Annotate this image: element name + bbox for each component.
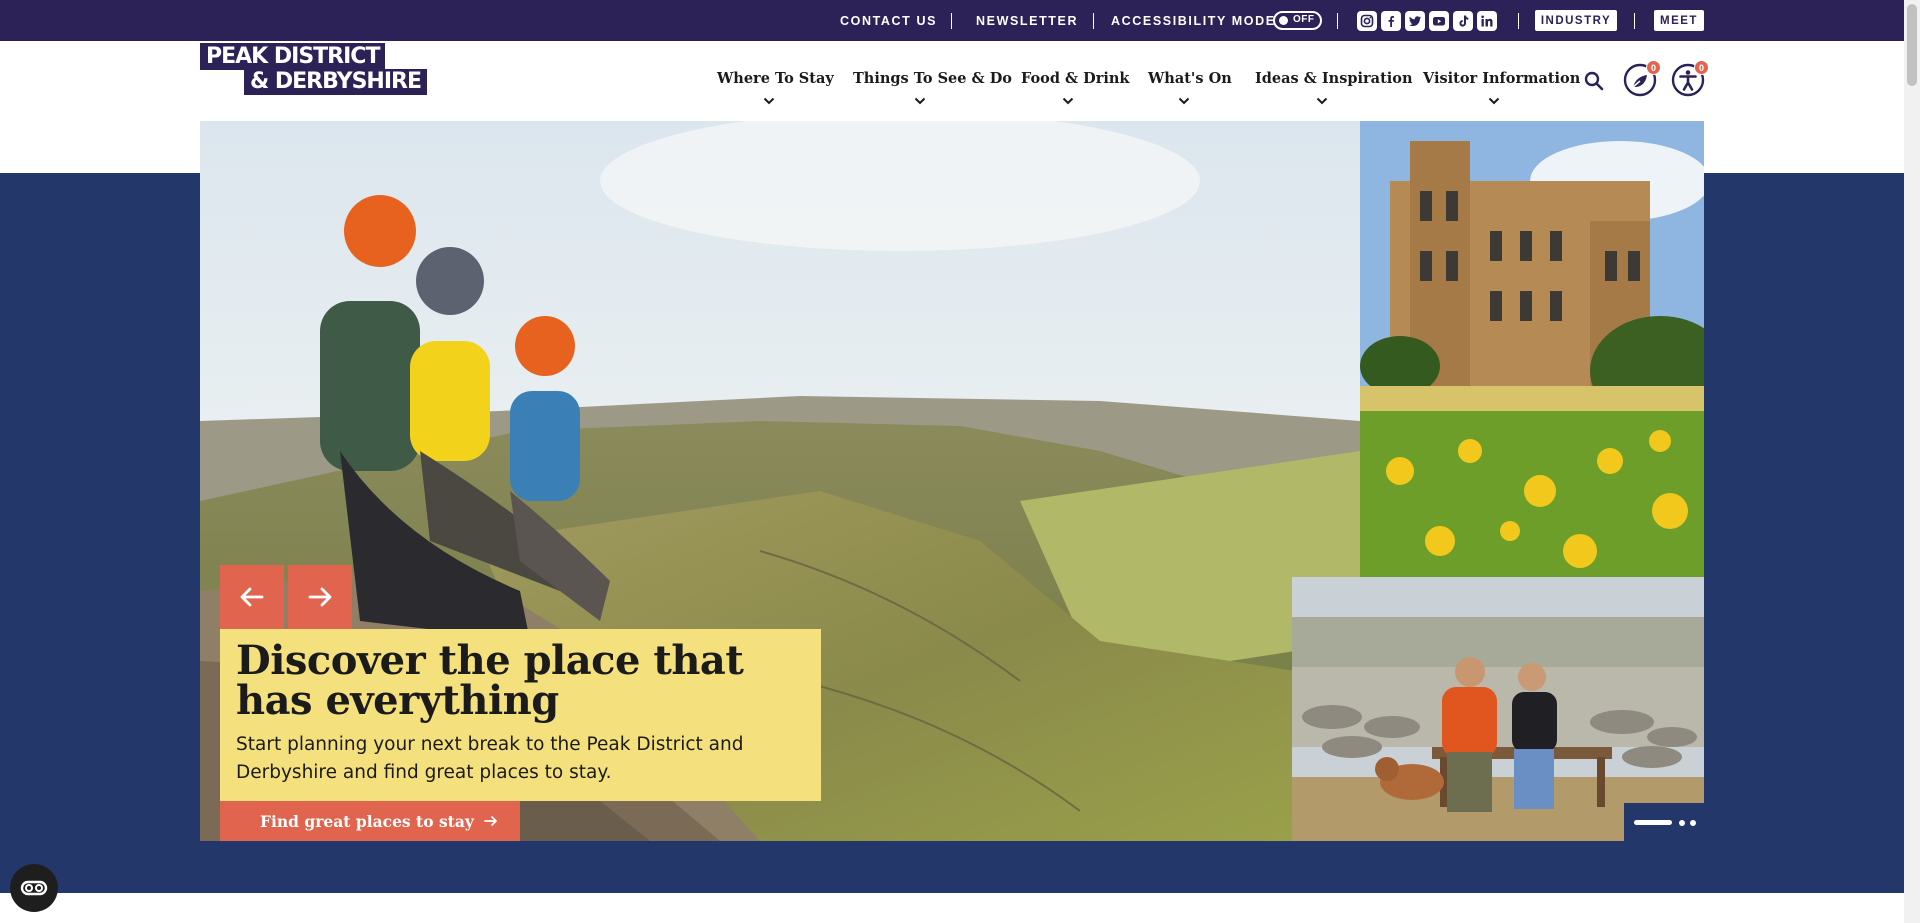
logo-line-visit: VISIT — [230, 16, 299, 45]
accessibility-mode-toggle[interactable]: OFF — [1273, 11, 1322, 30]
slider-prev-button[interactable] — [220, 565, 284, 629]
wishlist-count-badge: 0 — [1646, 60, 1661, 75]
search-icon[interactable] — [1583, 70, 1605, 92]
find-places-cta-button[interactable]: Find great places to stay — [220, 801, 520, 841]
meet-button[interactable]: MEET — [1654, 10, 1704, 31]
logo-line-derbyshire: & DERBYSHIRE — [244, 69, 427, 95]
tiktok-icon[interactable] — [1453, 11, 1473, 31]
wishlist-button[interactable]: 0 — [1623, 60, 1661, 97]
chevron-down-icon[interactable] — [1488, 97, 1500, 105]
divider — [1337, 13, 1338, 29]
hero-title: Discover the place that has everything — [236, 637, 744, 724]
twitter-icon[interactable] — [1405, 11, 1425, 31]
slide-indicator[interactable] — [1679, 820, 1685, 826]
glasses-icon — [20, 880, 48, 896]
facebook-icon[interactable] — [1381, 11, 1401, 31]
cta-label: Find great places to stay — [260, 811, 474, 831]
nav-things-to-see-do[interactable]: Things To See & Do — [853, 70, 1012, 87]
toggle-state: OFF — [1293, 14, 1315, 25]
scrollbar-thumb[interactable] — [1907, 4, 1917, 86]
instagram-icon[interactable] — [1357, 11, 1377, 31]
hero-caption: Discover the place that has everything S… — [220, 629, 821, 801]
hero-bench-image — [1292, 577, 1704, 841]
arrow-right-icon — [483, 816, 497, 826]
accessibility-mode-label: ACCESSIBILITY MODE — [1111, 13, 1276, 28]
site-logo[interactable]: VISIT PEAK DISTRICT & DERBYSHIRE — [200, 16, 432, 95]
slide-indicator-active[interactable] — [1634, 820, 1672, 825]
accessibility-widget-button[interactable] — [10, 864, 58, 912]
nav-ideas-inspiration[interactable]: Ideas & Inspiration — [1255, 70, 1412, 87]
slide-indicator[interactable] — [1690, 820, 1696, 826]
accessibility-count-badge: 0 — [1694, 60, 1709, 75]
hero-hall-image — [1360, 121, 1704, 577]
nav-where-to-stay[interactable]: Where To Stay — [717, 70, 834, 87]
arrow-left-icon — [240, 587, 264, 607]
arrow-right-icon — [308, 587, 332, 607]
accessibility-button[interactable]: 0 — [1671, 60, 1709, 97]
slider-next-button[interactable] — [288, 565, 352, 629]
industry-button[interactable]: INDUSTRY — [1535, 10, 1617, 31]
page-scrollbar[interactable] — [1904, 0, 1920, 923]
nav-visitor-information[interactable]: Visitor Information — [1423, 70, 1580, 87]
chevron-down-icon[interactable] — [1178, 97, 1190, 105]
hero-body: Start planning your next break to the Pe… — [236, 734, 744, 783]
divider — [1093, 13, 1094, 29]
youtube-icon[interactable] — [1429, 11, 1449, 31]
contact-us-link[interactable]: CONTACT US — [840, 0, 937, 41]
newsletter-link[interactable]: NEWSLETTER — [976, 0, 1078, 41]
chevron-down-icon[interactable] — [763, 97, 775, 105]
divider — [1634, 13, 1635, 29]
slide-indicators — [1624, 803, 1704, 841]
nav-whats-on[interactable]: What's On — [1148, 70, 1232, 87]
nav-food-drink[interactable]: Food & Drink — [1021, 70, 1129, 87]
chevron-down-icon[interactable] — [914, 97, 926, 105]
logo-line-peak-district: PEAK DISTRICT — [200, 43, 386, 70]
linkedin-icon[interactable] — [1477, 11, 1497, 31]
toggle-knob — [1279, 16, 1288, 25]
divider — [951, 13, 952, 29]
chevron-down-icon[interactable] — [1062, 97, 1074, 105]
divider — [1518, 13, 1519, 29]
chevron-down-icon[interactable] — [1316, 97, 1328, 105]
